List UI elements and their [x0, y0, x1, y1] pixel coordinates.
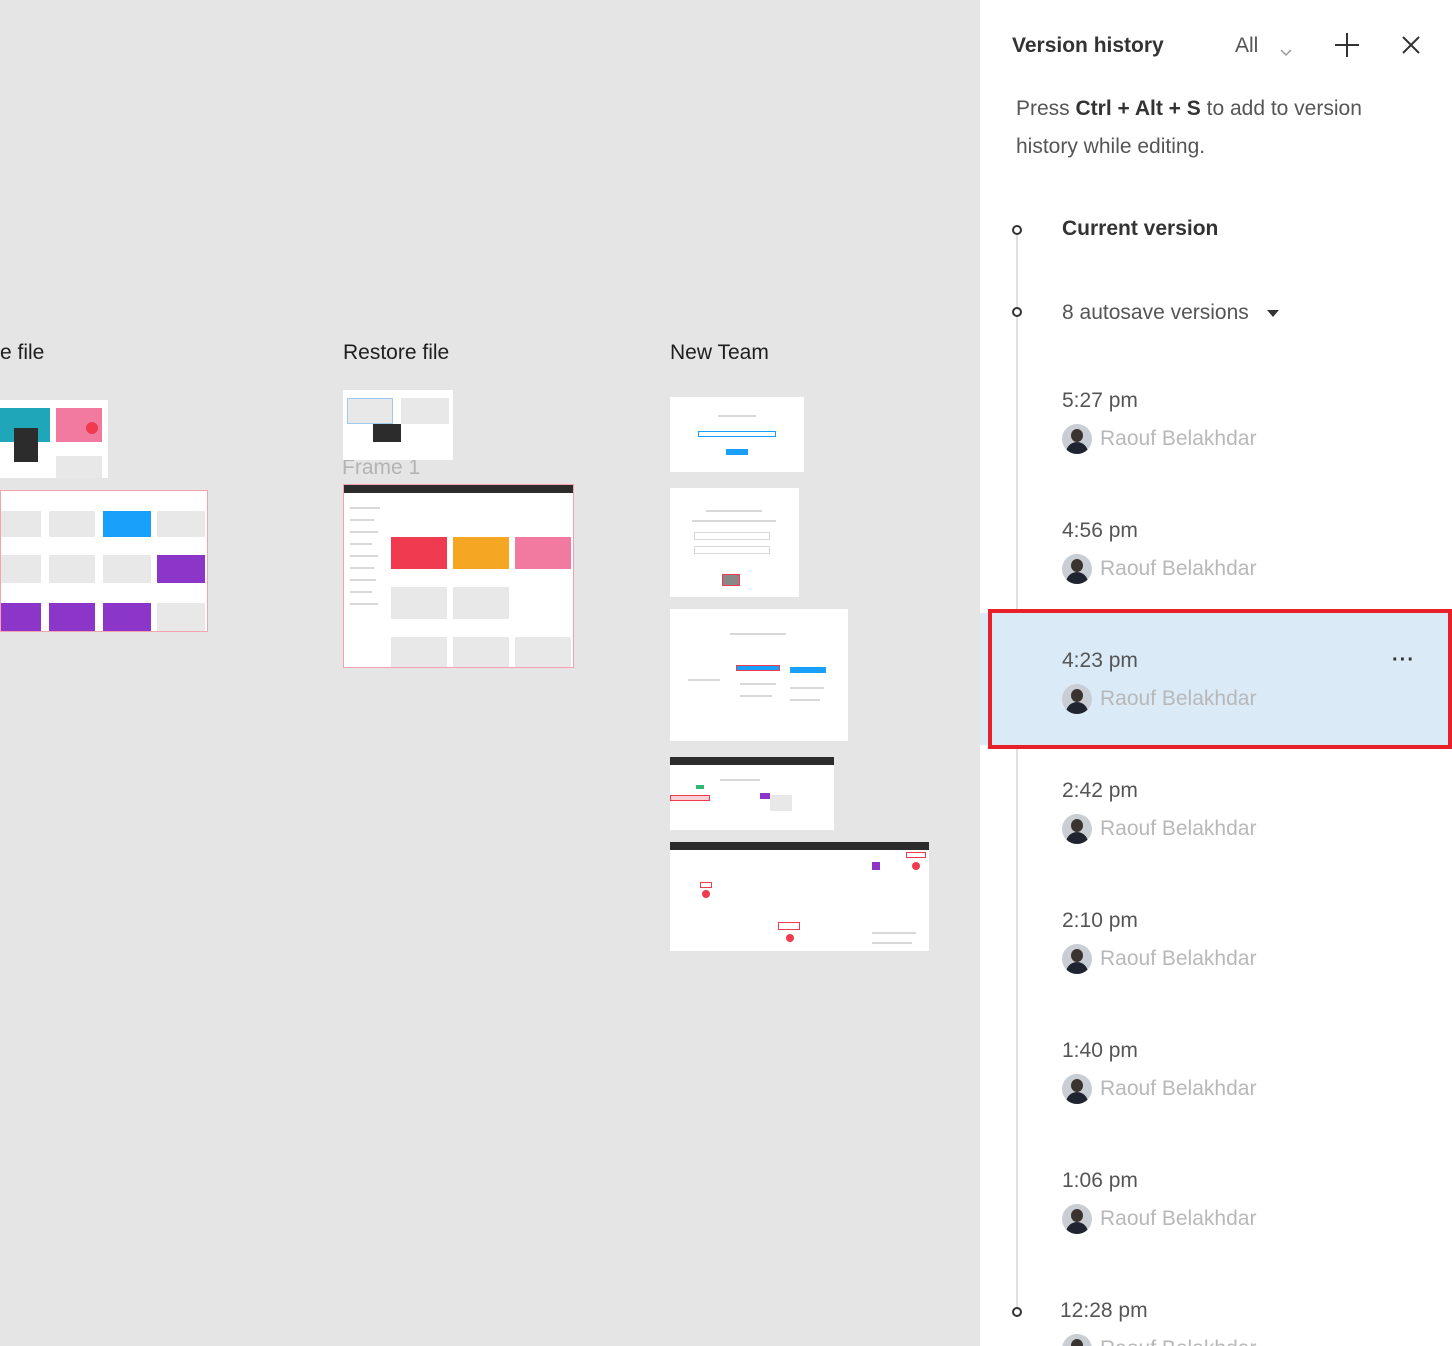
autosave-versions-toggle[interactable]: 8 autosave versions — [1062, 301, 1279, 325]
author-name: Raouf Belakhdar — [1100, 1207, 1257, 1230]
frame-thumbnail[interactable] — [0, 400, 108, 478]
timeline-dot — [1012, 1307, 1022, 1317]
frame-thumbnail[interactable] — [670, 609, 848, 741]
version-history-panel: Version history All Press Ctrl + Alt + S… — [980, 0, 1452, 1346]
frame-label-restore-file[interactable]: Restore file — [343, 341, 449, 365]
frame-thumbnail[interactable] — [670, 757, 834, 830]
version-author: Raouf Belakhdar — [1062, 1074, 1256, 1104]
frame-label-new-team[interactable]: New Team — [670, 341, 769, 365]
version-item[interactable]: 4:56 pm Raouf Belakhdar — [980, 130, 1452, 584]
author-name: Raouf Belakhdar — [1100, 1077, 1257, 1100]
caret-down-icon — [1266, 309, 1279, 317]
version-item[interactable]: 2:42 pm Raouf Belakhdar — [980, 390, 1452, 844]
frame-thumbnail[interactable] — [670, 397, 804, 472]
avatar — [1062, 1204, 1092, 1234]
version-author: Raouf Belakhdar — [1062, 1334, 1256, 1346]
frame-label-file[interactable]: e file — [0, 341, 44, 365]
version-time: 1:06 pm — [1062, 1169, 1138, 1192]
version-time: 1:40 pm — [1062, 1039, 1138, 1062]
avatar — [1062, 1074, 1092, 1104]
version-item[interactable]: 1:40 pm Raouf Belakhdar — [980, 650, 1452, 1104]
design-canvas[interactable]: e file Restore file Frame 1 New Team — [0, 0, 980, 1346]
version-item[interactable]: 5:27 pm Raouf Belakhdar — [980, 0, 1452, 454]
frame-thumbnail[interactable] — [0, 490, 208, 632]
frame-thumbnail[interactable] — [343, 390, 453, 460]
frame-thumbnail[interactable] — [670, 842, 929, 951]
version-item[interactable]: 2:10 pm Raouf Belakhdar — [980, 520, 1452, 974]
timeline-dot — [1012, 307, 1022, 317]
avatar — [1062, 1334, 1092, 1346]
autosave-label: 8 autosave versions — [1062, 301, 1249, 324]
author-name: Raouf Belakhdar — [1100, 1337, 1256, 1346]
version-item[interactable]: 1:06 pm Raouf Belakhdar — [980, 780, 1452, 1234]
frame-thumbnail[interactable] — [343, 484, 574, 668]
frame-thumbnail[interactable] — [670, 488, 799, 597]
version-author: Raouf Belakhdar — [1062, 1204, 1256, 1234]
version-time: 12:28 pm — [1060, 1299, 1148, 1322]
version-item[interactable]: 12:28 pm Raouf Belakhdar — [980, 910, 1452, 1346]
